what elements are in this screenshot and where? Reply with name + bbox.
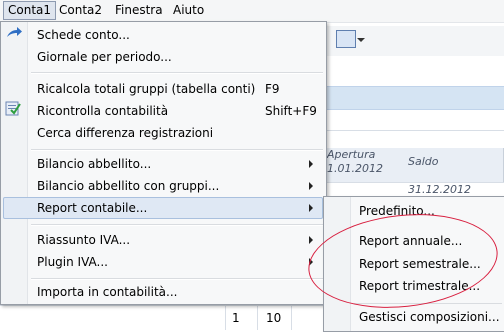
column-header-line: Apertura bbox=[327, 148, 376, 161]
menu-item-label: Cerca differenza registrazioni bbox=[37, 126, 214, 140]
menubar: Conta1 Conta2 Finestra Aiuto bbox=[0, 0, 504, 23]
menu-item-label: Giornale per periodo... bbox=[37, 50, 172, 64]
menu-conta2[interactable]: Conta2 bbox=[55, 2, 106, 19]
menu-aiuto[interactable]: Aiuto bbox=[169, 2, 208, 19]
grid-line bbox=[325, 130, 504, 131]
menu-separator bbox=[31, 72, 323, 74]
menu-item-label: Ricalcola totali gruppi (tabella conti) bbox=[37, 82, 256, 96]
submenu-arrow-icon bbox=[309, 160, 313, 168]
menu-item-label: Ricontrolla contabilità bbox=[37, 104, 169, 118]
menu-item-label: Riassunto IVA... bbox=[37, 233, 131, 247]
menu-item-bilancio-abbellito-gruppi[interactable]: Bilancio abbellito con gruppi... bbox=[3, 175, 323, 197]
menu-item-label: Report contabile... bbox=[37, 201, 148, 215]
menu-finestra[interactable]: Finestra bbox=[111, 2, 167, 19]
menu-item-label: Bilancio abbellito con gruppi... bbox=[37, 179, 220, 193]
menu-separator bbox=[31, 278, 323, 280]
menu-item-label: Schede conto... bbox=[37, 28, 130, 42]
menu-item-label: Bilancio abbellito... bbox=[37, 157, 152, 171]
submenu-item-label: Gestisci composizioni... bbox=[359, 310, 500, 324]
menu-item-label: Plugin IVA... bbox=[37, 255, 108, 269]
column-header-line: 1.01.2012 bbox=[327, 162, 383, 175]
menu-item-bilancio-abbellito[interactable]: Bilancio abbellito... bbox=[3, 153, 323, 175]
cell-divider bbox=[291, 305, 292, 330]
menu-conta1[interactable]: Conta1 bbox=[3, 1, 57, 20]
menu-item-report-contabile[interactable]: Report contabile... bbox=[3, 197, 323, 219]
window-layout-icon[interactable] bbox=[336, 30, 356, 48]
menu-item-riassunto-iva[interactable]: Riassunto IVA... bbox=[3, 229, 323, 251]
checklist-icon bbox=[5, 101, 21, 116]
table-header-band bbox=[325, 86, 504, 110]
menu-item-cerca-differenza[interactable]: Cerca differenza registrazioni bbox=[3, 122, 323, 144]
grid-line bbox=[325, 182, 504, 183]
submenu-arrow-icon bbox=[309, 182, 313, 190]
column-header-saldo[interactable]: Saldo 31.12.2012 bbox=[398, 148, 504, 196]
menu-item-shortcut: Shift+F9 bbox=[265, 104, 317, 118]
submenu-item-gestisci-composizioni[interactable]: Gestisci composizioni... bbox=[326, 306, 502, 328]
submenu-arrow-icon bbox=[309, 204, 313, 212]
menu-item-ricontrolla-contabilita[interactable]: Ricontrolla contabilità Shift+F9 bbox=[3, 100, 323, 122]
conta1-dropdown-menu: Schede conto... Giornale per periodo... … bbox=[0, 21, 327, 305]
menu-item-plugin-iva[interactable]: Plugin IVA... bbox=[3, 251, 323, 273]
column-header-apertura[interactable]: Apertura 1.01.2012 bbox=[325, 148, 400, 182]
menu-item-giornale-periodo[interactable]: Giornale per periodo... bbox=[3, 46, 323, 68]
cell-divider bbox=[225, 305, 226, 330]
menu-separator bbox=[31, 224, 323, 226]
menu-item-shortcut: F9 bbox=[265, 82, 280, 96]
forward-arrow-icon bbox=[7, 27, 22, 37]
menu-item-schede-conto[interactable]: Schede conto... bbox=[3, 24, 323, 46]
cell-divider bbox=[257, 305, 258, 330]
table-cell: 1 bbox=[232, 311, 240, 325]
menu-item-label: Importa in contabilità... bbox=[37, 285, 178, 299]
chevron-down-icon[interactable] bbox=[357, 38, 365, 42]
submenu-arrow-icon bbox=[309, 236, 313, 244]
menu-item-importa-contabilita[interactable]: Importa in contabilità... bbox=[3, 281, 323, 303]
menu-separator bbox=[31, 149, 323, 151]
menu-item-ricalcola-totali[interactable]: Ricalcola totali gruppi (tabella conti) … bbox=[3, 78, 323, 100]
table-cell: 10 bbox=[266, 311, 282, 325]
